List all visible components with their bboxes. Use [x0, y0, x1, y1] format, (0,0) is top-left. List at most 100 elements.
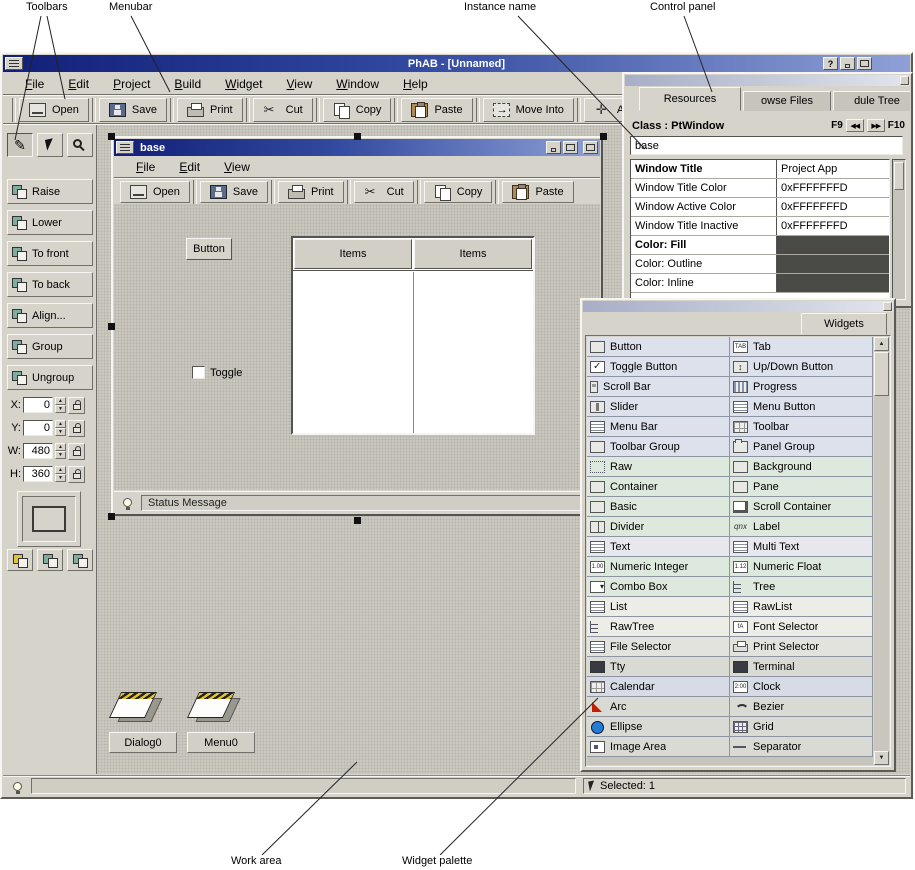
widget-ellipse[interactable]: Ellipse [587, 717, 730, 737]
property-row[interactable]: Color: Fill [631, 236, 889, 255]
widget-menu-bar[interactable]: Menu Bar [587, 417, 730, 437]
module-label[interactable]: Dialog0 [109, 732, 177, 753]
widget-toolbar-group[interactable]: Toolbar Group [587, 437, 730, 457]
base-paste-button[interactable]: Paste [502, 181, 573, 203]
base-maximize-button[interactable] [563, 141, 578, 154]
w-lock-button[interactable] [68, 443, 85, 460]
widget-container[interactable]: Container [587, 477, 730, 497]
menu-window[interactable]: Window [324, 75, 391, 93]
widget-raw[interactable]: Raw [587, 457, 730, 477]
control-panel-title-strip[interactable] [625, 75, 910, 86]
widget-divider[interactable]: Divider [587, 517, 730, 537]
show-modules-button[interactable] [7, 549, 33, 571]
widget-terminal[interactable]: Terminal [730, 657, 873, 677]
widget-tty[interactable]: Tty [587, 657, 730, 677]
widget-toggle-button[interactable]: Toggle Button [587, 357, 730, 377]
widget-tree[interactable]: Tree [730, 577, 873, 597]
menu-view[interactable]: View [274, 75, 324, 93]
prev-resource-button[interactable] [846, 119, 864, 132]
resize-handle-top-right[interactable] [600, 133, 607, 140]
widget-combo-box[interactable]: Combo Box [587, 577, 730, 597]
base-cut-button[interactable]: Cut [354, 181, 414, 203]
resize-handle-mid-left[interactable] [108, 323, 115, 330]
spin-up-icon[interactable] [55, 466, 66, 474]
spin-down-icon[interactable] [55, 474, 66, 482]
scrollbar-thumb[interactable] [894, 162, 904, 190]
property-row[interactable]: Window Active Color0xFFFFFFFD [631, 198, 889, 217]
property-row[interactable]: Color: Inline [631, 274, 889, 293]
widget-numeric-float[interactable]: 1.12Numeric Float [730, 557, 873, 577]
property-table-scrollbar[interactable] [892, 159, 906, 300]
menu-edit[interactable]: Edit [167, 158, 212, 176]
spin-up-icon[interactable] [55, 420, 66, 428]
widget-separator[interactable]: Separator [730, 737, 873, 757]
property-row[interactable]: Color: Outline [631, 255, 889, 274]
h-value-field[interactable]: 360 [23, 466, 53, 482]
widget-toolbar[interactable]: Toolbar [730, 417, 873, 437]
zoom-tool-button[interactable] [67, 133, 93, 157]
designed-list-widget[interactable]: Items Items [291, 236, 535, 435]
widget-progress[interactable]: Progress [730, 377, 873, 397]
copy-button[interactable]: Copy [323, 98, 392, 122]
spin-up-icon[interactable] [55, 443, 66, 451]
widget-background[interactable]: Background [730, 457, 873, 477]
list-body[interactable] [293, 272, 533, 433]
widget-font-selector[interactable]: fAFont Selector [730, 617, 873, 637]
palette-scrollbar[interactable] [874, 337, 889, 765]
y-value-field[interactable]: 0 [23, 420, 53, 436]
designed-toggle-widget[interactable]: Toggle [192, 366, 242, 379]
widget-print-selector[interactable]: Print Selector [730, 637, 873, 657]
menu-project[interactable]: Project [101, 75, 162, 93]
widget-arc[interactable]: Arc [587, 697, 730, 717]
window-menu-button[interactable] [5, 57, 23, 70]
x-lock-button[interactable] [68, 397, 85, 414]
x-value-field[interactable]: 0 [23, 397, 53, 413]
base-open-button[interactable]: Open [120, 181, 190, 203]
widget-calendar[interactable]: Calendar [587, 677, 730, 697]
checkbox-icon[interactable] [192, 366, 205, 379]
widget-text[interactable]: Text [587, 537, 730, 557]
base-window-menu-button[interactable] [116, 141, 134, 154]
widget-clock[interactable]: 2:00Clock [730, 677, 873, 697]
h-lock-button[interactable] [68, 466, 85, 483]
widget-file-selector[interactable]: File Selector [587, 637, 730, 657]
widget-rawlist[interactable]: RawList [730, 597, 873, 617]
anchor-preview[interactable] [17, 491, 81, 547]
y-lock-button[interactable] [68, 420, 85, 437]
minimize-button[interactable] [840, 57, 855, 70]
widget-image-area[interactable]: Image Area [587, 737, 730, 757]
next-window-button[interactable] [67, 549, 93, 571]
widget-panel-group[interactable]: Panel Group [730, 437, 873, 457]
widget-pane[interactable]: Pane [730, 477, 873, 497]
module-menu0[interactable]: Menu0 [187, 690, 257, 758]
group-button[interactable]: Group [7, 334, 93, 359]
spin-up-icon[interactable] [55, 397, 66, 405]
menu-build[interactable]: Build [162, 75, 213, 93]
lower-button[interactable]: Lower [7, 210, 93, 235]
list-header-cell[interactable]: Items [414, 239, 532, 269]
ungroup-button[interactable]: Ungroup [7, 365, 93, 390]
menu-help[interactable]: Help [391, 75, 440, 93]
widget-list[interactable]: List [587, 597, 730, 617]
select-tool-button[interactable] [37, 133, 63, 157]
raise-button[interactable]: Raise [7, 179, 93, 204]
tab-resources[interactable]: Resources [639, 87, 741, 111]
menu-view[interactable]: View [212, 158, 262, 176]
widget-rawtree[interactable]: RawTree [587, 617, 730, 637]
hint-button[interactable] [117, 494, 137, 512]
base-minimize-button[interactable] [546, 141, 561, 154]
tile-windows-button[interactable] [37, 549, 63, 571]
widget-scroll-bar[interactable]: Scroll Bar [587, 377, 730, 397]
spin-down-icon[interactable] [55, 428, 66, 436]
menu-file[interactable]: File [124, 158, 167, 176]
property-row[interactable]: Window Title Inactive0xFFFFFFFD [631, 217, 889, 236]
menu-edit[interactable]: Edit [56, 75, 101, 93]
widget-tab[interactable]: TABTab [730, 337, 873, 357]
to-front-button[interactable]: To front [7, 241, 93, 266]
list-header-cell[interactable]: Items [294, 239, 412, 269]
base-close-button[interactable] [583, 141, 598, 154]
widget-basic[interactable]: Basic [587, 497, 730, 517]
designed-button-widget[interactable]: Button [186, 238, 232, 260]
print-button[interactable]: Print [177, 98, 243, 122]
menu-widget[interactable]: Widget [213, 75, 274, 93]
